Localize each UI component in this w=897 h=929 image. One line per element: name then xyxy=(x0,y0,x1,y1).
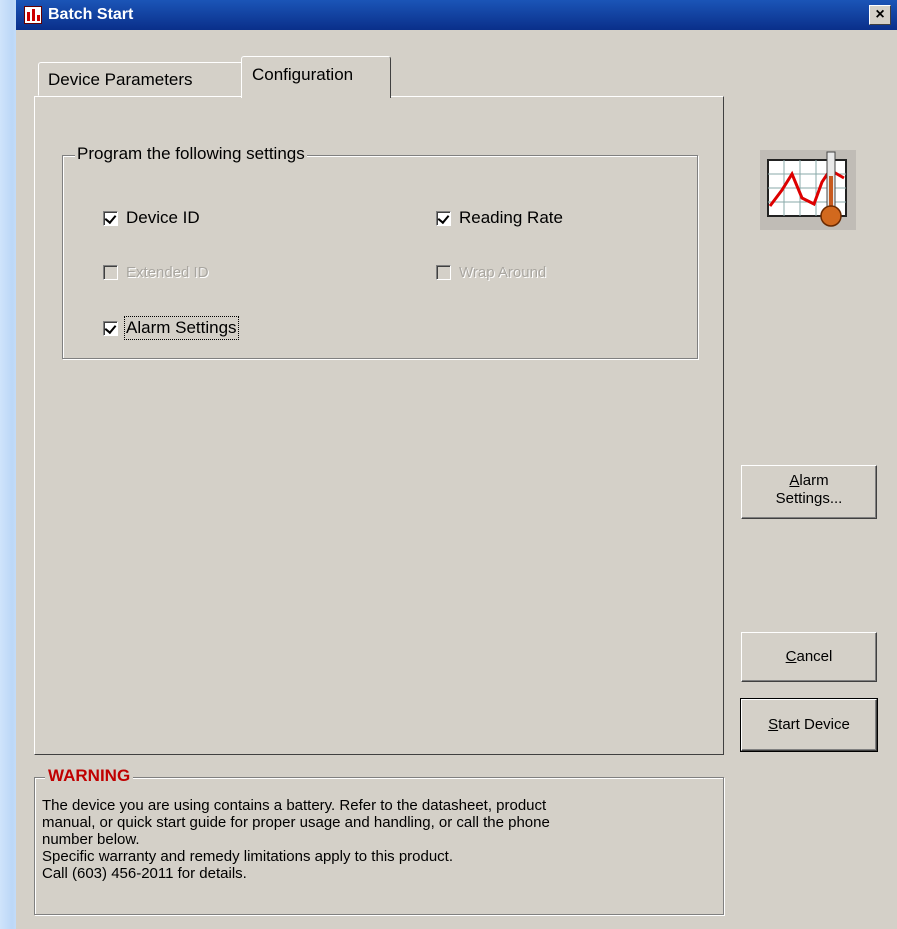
alarm-button-line2: Settings... xyxy=(775,490,843,507)
warning-text: The device you are using contains a batt… xyxy=(42,797,712,882)
window-title: Batch Start xyxy=(48,6,134,23)
alarm-button-line1: larm xyxy=(799,472,829,489)
warning-legend: WARNING xyxy=(45,766,134,786)
extended-id-label: Extended ID xyxy=(126,264,209,281)
checkmark-icon xyxy=(104,321,117,334)
close-button[interactable]: × xyxy=(869,5,891,25)
warning-line: The device you are using contains a batt… xyxy=(42,797,547,814)
checkmark-icon xyxy=(104,211,117,224)
device-id-checkbox[interactable]: Device ID xyxy=(103,208,200,228)
warning-line: number below. xyxy=(42,831,140,848)
checkbox-box xyxy=(436,265,451,280)
alarm-settings-checkbox[interactable]: Alarm Settings xyxy=(103,316,239,340)
alarm-settings-button[interactable]: Alarm Settings... xyxy=(741,465,877,519)
start-device-button[interactable]: Start Device xyxy=(740,698,878,752)
wrap-around-label: Wrap Around xyxy=(459,264,547,281)
warning-line: Specific warranty and remedy limitations… xyxy=(42,848,454,865)
alarm-settings-label: Alarm Settings xyxy=(124,316,239,340)
checkmark-icon xyxy=(437,211,450,224)
warning-line: Call (603) 456-2011 for details. xyxy=(42,865,247,882)
reading-rate-checkbox[interactable]: Reading Rate xyxy=(436,208,563,228)
checkbox-box[interactable] xyxy=(103,210,118,226)
start-mnemonic: S xyxy=(768,716,779,733)
wrap-around-checkbox: Wrap Around xyxy=(436,264,546,281)
cancel-button[interactable]: Cancel xyxy=(741,632,877,682)
chart-logger-icon xyxy=(24,6,42,24)
tab-configuration-label: Configuration xyxy=(252,65,354,84)
extended-id-checkbox: Extended ID xyxy=(103,264,209,281)
start-device-label: tart Device xyxy=(778,716,850,733)
program-settings-group: Program the following settings Device ID… xyxy=(62,144,698,359)
temperature-graph-icon xyxy=(760,150,856,230)
checkbox-box[interactable] xyxy=(103,320,118,336)
cancel-mnemonic: C xyxy=(785,648,797,665)
tab-configuration[interactable]: Configuration xyxy=(241,56,391,98)
tab-device-parameters[interactable]: Device Parameters xyxy=(38,62,244,96)
title-bar[interactable]: Batch Start × xyxy=(16,0,897,30)
tab-device-parameters-label: Device Parameters xyxy=(48,70,193,89)
batch-start-dialog: Batch Start × Device Parameters Configur… xyxy=(16,0,897,929)
cancel-label: ancel xyxy=(796,648,833,665)
reading-rate-label: Reading Rate xyxy=(459,208,563,227)
checkbox-box xyxy=(103,265,118,280)
device-id-label: Device ID xyxy=(126,208,200,227)
warning-line: manual, or quick start guide for proper … xyxy=(42,814,550,831)
checkbox-box[interactable] xyxy=(436,210,451,226)
program-settings-legend: Program the following settings xyxy=(75,144,307,164)
warning-group: WARNING The device you are using contain… xyxy=(34,766,724,915)
alarm-mnemonic: A xyxy=(789,472,800,489)
